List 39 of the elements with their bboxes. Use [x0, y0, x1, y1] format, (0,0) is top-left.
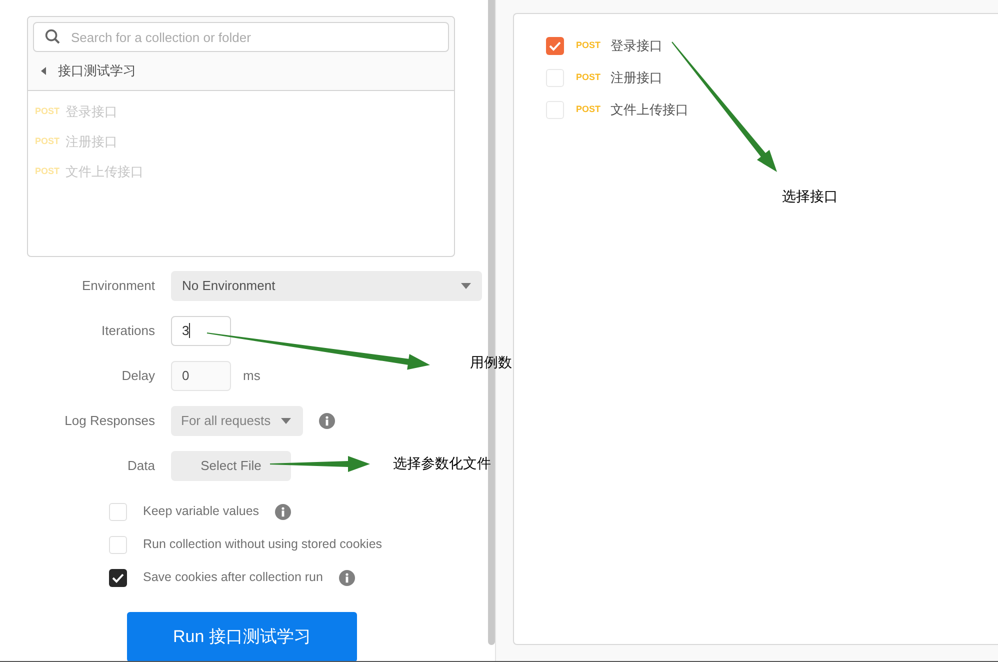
request-name: 登录接口 — [610, 37, 663, 56]
select-file-button[interactable]: Select File — [171, 450, 291, 480]
checkbox[interactable] — [109, 536, 127, 554]
field-label: Iterations — [100, 322, 155, 340]
option-label: Save cookies after collection run — [143, 569, 323, 586]
caret-icon — [461, 282, 471, 288]
request-name: 文件上传接口 — [610, 101, 689, 120]
log-responses-dropdown[interactable]: For all requests — [171, 406, 303, 436]
field-label: Data — [126, 456, 155, 475]
method-tag: POST — [576, 39, 601, 53]
field-label: Log Responses — [64, 412, 155, 430]
environment-dropdown[interactable]: No Environment — [171, 270, 482, 300]
delay-input[interactable]: 0 — [171, 360, 231, 390]
checkbox[interactable] — [109, 568, 127, 586]
field-label: Environment — [81, 276, 155, 295]
annotation-text: 用例数 — [470, 353, 512, 372]
search-field[interactable]: Search for a collection or folder — [33, 22, 449, 52]
check-icon — [549, 41, 561, 51]
method-tag: POST — [576, 71, 601, 85]
info-icon — [319, 412, 335, 428]
caret-icon — [281, 418, 291, 424]
field-label: Delay — [120, 366, 155, 385]
unit-label: ms — [243, 366, 260, 385]
checkbox[interactable] — [546, 37, 564, 55]
method-tag: POST — [35, 165, 60, 179]
folder-item[interactable]: 接口测试学习 — [33, 52, 449, 90]
run-button[interactable]: Run 接口测试学习 — [127, 612, 357, 662]
option-label: Run collection without using stored cookies — [143, 536, 382, 554]
check-icon — [112, 572, 124, 582]
checkbox[interactable] — [109, 502, 127, 520]
option-label: Keep variable values — [143, 503, 260, 520]
method-tag: POST — [576, 103, 601, 117]
search-icon — [45, 29, 60, 44]
annotation-text: 选择参数化文件 — [393, 454, 491, 473]
method-tag: POST — [35, 105, 60, 119]
back-caret-icon — [41, 67, 46, 75]
request-name: 注册接口 — [610, 69, 663, 88]
annotation-text: 选择接口 — [782, 187, 838, 206]
method-tag: POST — [35, 135, 60, 149]
